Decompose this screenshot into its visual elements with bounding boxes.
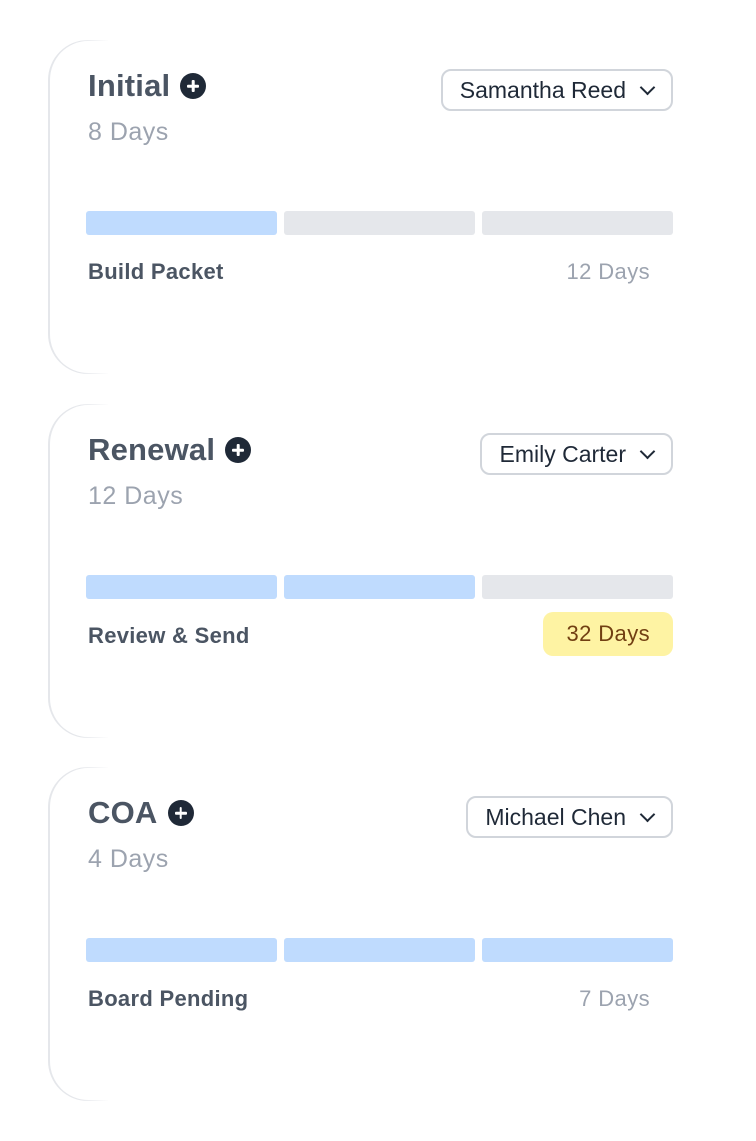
chevron-down-icon	[639, 806, 656, 822]
stage-days: 12 Days	[566, 259, 650, 284]
add-icon[interactable]	[225, 437, 252, 463]
progress-bar	[86, 575, 673, 599]
add-icon[interactable]	[180, 73, 207, 99]
workflow-card-coa: COA 4 Days Michael Chen Board Pending 7 …	[86, 793, 673, 1053]
progress-segment-complete	[482, 938, 673, 962]
assignee-name: Emily Carter	[499, 440, 626, 467]
card-header: COA	[88, 793, 194, 833]
progress-segment-complete	[284, 575, 475, 599]
stage-label: Build Packet	[88, 259, 224, 284]
progress-segment-pending	[482, 211, 673, 235]
workflow-card-renewal: Renewal 12 Days Emily Carter Review & Se…	[86, 430, 673, 690]
progress-segment-complete	[284, 938, 475, 962]
assignee-dropdown[interactable]: Emily Carter	[480, 433, 673, 475]
assignee-name: Samantha Reed	[459, 76, 626, 103]
progress-segment-complete	[86, 575, 277, 599]
assignee-dropdown[interactable]: Michael Chen	[466, 796, 673, 838]
stage-days-badge: 32 Days	[543, 612, 673, 656]
stage-days: 7 Days	[579, 986, 650, 1011]
card-title: Initial	[88, 68, 171, 103]
chevron-down-icon	[639, 443, 656, 459]
add-icon[interactable]	[167, 800, 194, 826]
card-header: Renewal	[88, 430, 252, 470]
card-title: Renewal	[88, 432, 216, 467]
card-title: COA	[88, 795, 158, 830]
assignee-dropdown[interactable]: Samantha Reed	[440, 69, 673, 111]
progress-segment-pending	[482, 575, 673, 599]
card-days: 8 Days	[88, 118, 169, 146]
progress-segment-complete	[86, 938, 277, 962]
card-header: Initial	[88, 66, 207, 106]
card-days: 4 Days	[88, 845, 169, 873]
progress-segment-pending	[284, 211, 475, 235]
assignee-name: Michael Chen	[485, 803, 626, 830]
chevron-down-icon	[639, 79, 656, 95]
progress-bar	[86, 938, 673, 962]
progress-bar	[86, 211, 673, 235]
stage-label: Board Pending	[88, 986, 249, 1011]
progress-segment-complete	[86, 211, 277, 235]
stage-label: Review & Send	[88, 623, 250, 648]
workflow-card-initial: Initial 8 Days Samantha Reed Build Packe…	[86, 66, 673, 326]
card-days: 12 Days	[88, 482, 184, 510]
